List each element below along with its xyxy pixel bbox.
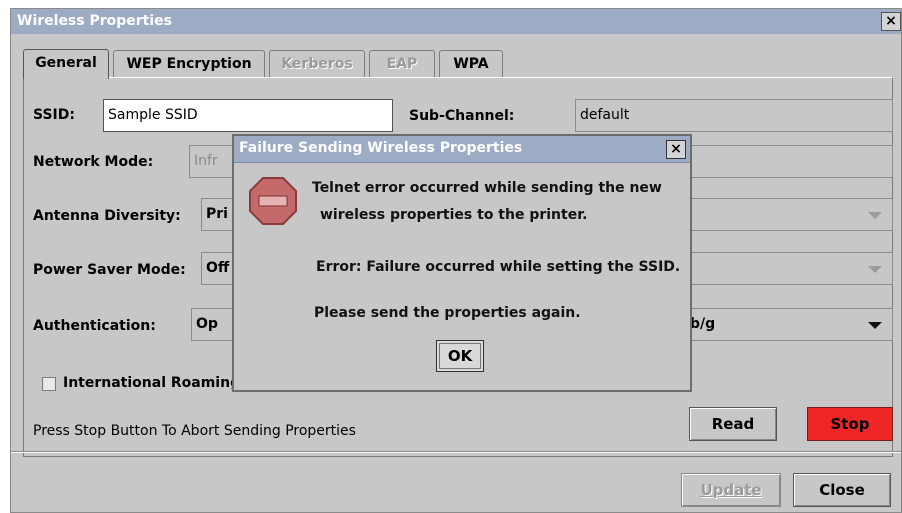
update-button-label: Update [700, 481, 762, 499]
ssid-input[interactable]: Sample SSID [103, 99, 393, 132]
authentication-label: Authentication: [33, 318, 156, 334]
tab-wep-encryption[interactable]: WEP Encryption [113, 50, 265, 78]
network-mode-right-field[interactable] [691, 145, 893, 178]
tab-wpa[interactable]: WPA [439, 50, 503, 78]
authentication-mode-value: b/g [690, 316, 716, 332]
network-mode-label: Network Mode: [33, 154, 154, 170]
antenna-diversity-combo[interactable] [691, 198, 893, 231]
tab-kerberos: Kerberos [269, 50, 365, 78]
tab-eap: EAP [369, 50, 435, 78]
stop-sign-icon [249, 177, 297, 225]
dialog-message-line1: Telnet error occurred while sending the … [312, 180, 662, 196]
chevron-down-icon [868, 212, 882, 219]
subchannel-input[interactable]: default [575, 99, 893, 132]
ssid-label: SSID: [33, 107, 75, 123]
ok-button[interactable]: OK [436, 340, 484, 372]
error-dialog: Failure Sending Wireless Properties × Te… [232, 134, 692, 392]
dialog-close-button[interactable]: × [666, 140, 686, 159]
dialog-message-line4: Please send the properties again. [314, 305, 581, 321]
close-button[interactable]: Close [793, 473, 891, 507]
stop-button[interactable]: Stop [807, 407, 893, 441]
status-text: Press Stop Button To Abort Sending Prope… [33, 423, 356, 439]
chevron-down-icon [868, 322, 882, 329]
antenna-diversity-label: Antenna Diversity: [33, 208, 181, 224]
update-button: Update [681, 473, 781, 507]
window-titlebar[interactable]: Wireless Properties × [11, 9, 901, 34]
dialog-titlebar[interactable]: Failure Sending Wireless Properties × [234, 136, 690, 163]
power-saver-label: Power Saver Mode: [33, 262, 186, 278]
authentication-mode-combo[interactable]: b/g [681, 308, 893, 341]
power-saver-combo[interactable] [691, 252, 893, 285]
chevron-down-icon [868, 266, 882, 273]
divider [11, 451, 901, 453]
international-roaming-checkbox[interactable] [42, 377, 56, 391]
dialog-message-line2: wireless properties to the printer. [320, 207, 588, 223]
window-close-button[interactable]: × [881, 12, 901, 31]
tab-general[interactable]: General [23, 49, 109, 79]
subchannel-label: Sub-Channel: [409, 108, 515, 124]
dialog-title: Failure Sending Wireless Properties [239, 140, 523, 156]
dialog-message-line3: Error: Failure occurred while setting th… [316, 259, 681, 275]
international-roaming-label: International Roaming [63, 375, 241, 391]
read-button[interactable]: Read [689, 407, 777, 441]
window-title: Wireless Properties [17, 13, 172, 29]
